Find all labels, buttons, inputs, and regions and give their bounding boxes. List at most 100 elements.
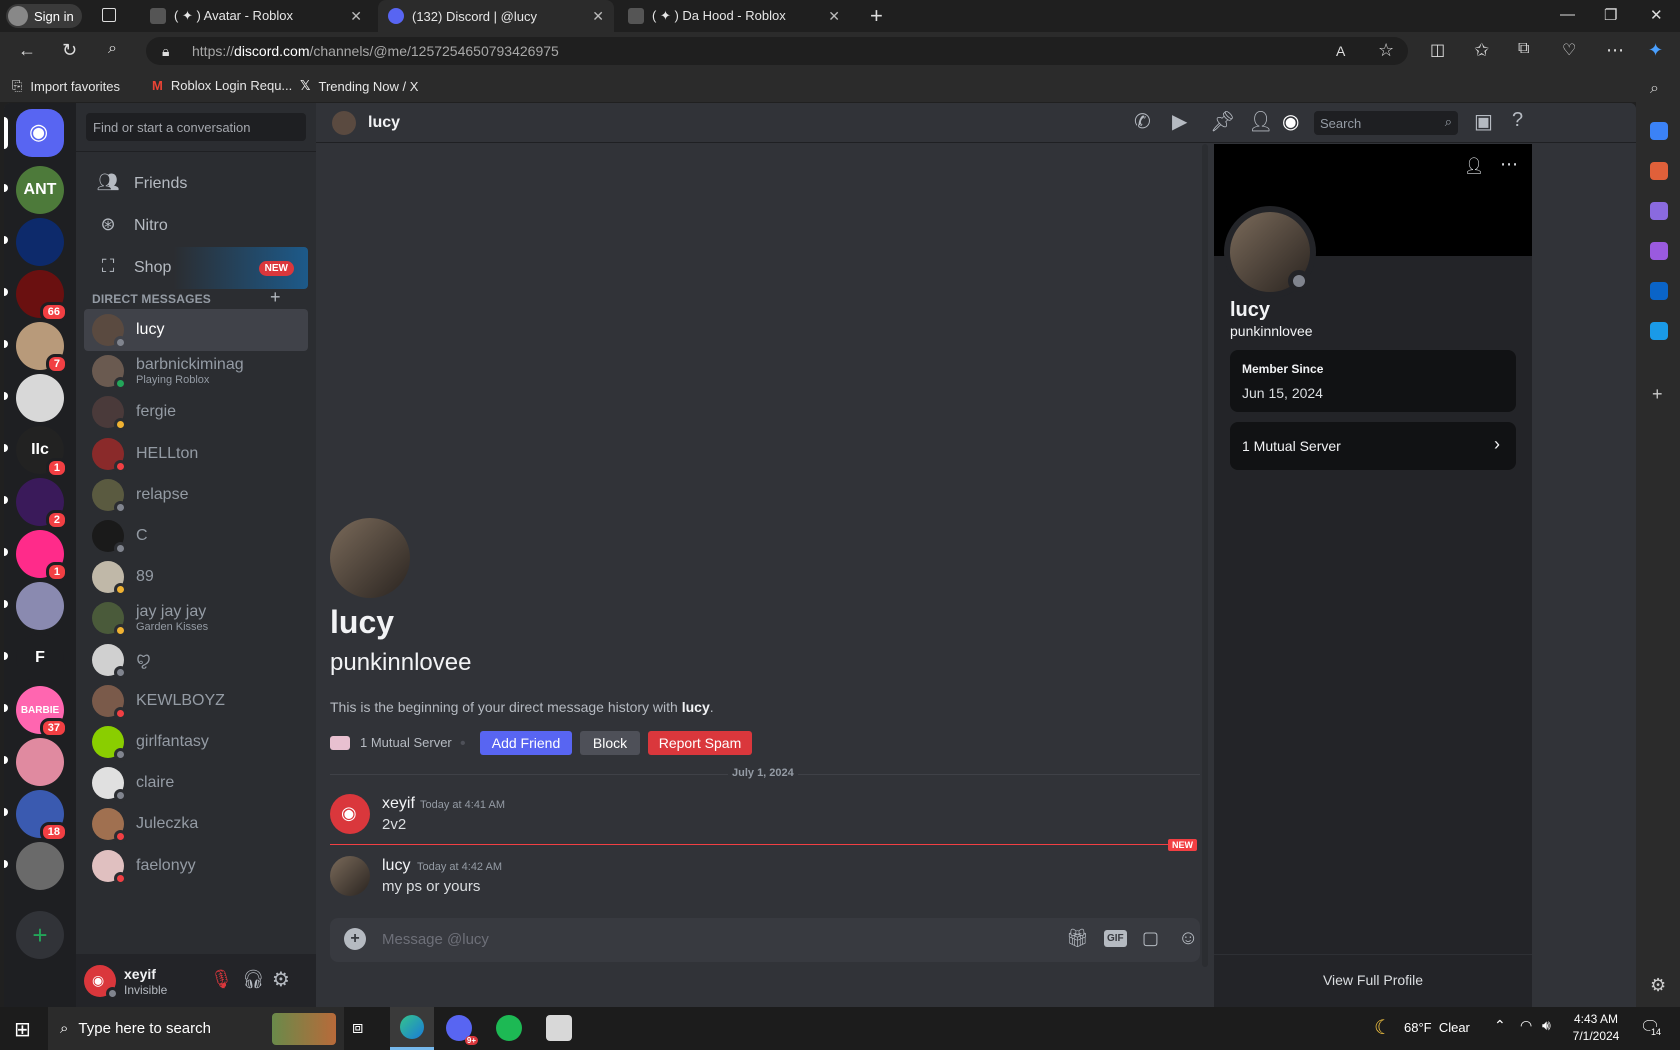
emoji-icon[interactable]: ☺	[1178, 927, 1198, 950]
add-friend-button[interactable]: Add Friend	[480, 731, 572, 755]
edge-taskbar-icon[interactable]	[390, 1007, 434, 1050]
server-icon[interactable]	[4, 582, 64, 630]
restore-icon[interactable]: ❐	[1604, 6, 1617, 24]
app-taskbar-icon[interactable]	[546, 1015, 572, 1041]
add-friend-icon[interactable]: 👤︎	[1464, 156, 1484, 176]
server-icon[interactable]: IIc 1	[4, 426, 68, 478]
settings-icon[interactable]: ⚙	[272, 967, 290, 992]
server-icon[interactable]: BARBIE 37	[4, 686, 68, 738]
dm-item[interactable]: KEWLBOYZ	[84, 680, 308, 722]
read-aloud-icon[interactable]: A	[1336, 43, 1345, 59]
server-icon[interactable]: 66	[4, 270, 68, 322]
dm-item[interactable]: faelonyy	[84, 845, 308, 887]
server-icon[interactable]	[4, 738, 64, 786]
gift-icon[interactable]: 🎁︎	[1066, 928, 1089, 949]
notification-center[interactable]: 🗨︎ 14	[1640, 1017, 1664, 1039]
search-input[interactable]: Search ⌕	[1314, 111, 1458, 135]
tab-actions-icon[interactable]	[102, 8, 116, 22]
search-icon[interactable]: ⌕	[108, 40, 117, 58]
close-window-icon[interactable]: ✕	[1650, 6, 1663, 24]
task-view-icon[interactable]: ⧈	[352, 1017, 363, 1038]
dm-item[interactable]: barbnickiminag Playing Roblox	[84, 350, 308, 392]
weather-text[interactable]: 68°F Clear	[1404, 1020, 1470, 1035]
send-icon[interactable]	[1650, 322, 1668, 340]
shopping-icon[interactable]	[1650, 122, 1668, 140]
dm-item[interactable]: C	[84, 515, 308, 557]
close-tab-icon[interactable]: ✕	[592, 8, 604, 25]
message-avatar[interactable]: ◉	[330, 794, 370, 834]
dm-item[interactable]: 89	[84, 556, 308, 598]
clock[interactable]: 4:43 AM 7/1/2024	[1568, 1011, 1624, 1045]
favorites-icon[interactable]: ✩	[1474, 40, 1489, 61]
copilot-icon[interactable]: ✦	[1648, 40, 1663, 61]
add-icon[interactable]: +	[1652, 384, 1663, 405]
sign-in-button[interactable]: Sign in	[6, 4, 82, 28]
server-icon[interactable]	[4, 374, 64, 422]
sticker-icon[interactable]: ▢	[1142, 928, 1159, 949]
create-dm-icon[interactable]: +	[270, 287, 281, 308]
message-author[interactable]: xeyif	[382, 795, 415, 813]
pinned-icon[interactable]: 📌︎	[1210, 109, 1235, 134]
copilot-app-icon[interactable]	[1650, 242, 1668, 260]
favorite-star-icon[interactable]: ☆	[1378, 40, 1394, 61]
server-icon[interactable]	[4, 842, 64, 890]
close-tab-icon[interactable]: ✕	[350, 8, 362, 25]
mutual-servers-link[interactable]: 1 Mutual Server	[330, 735, 452, 750]
tools-icon[interactable]	[1650, 162, 1668, 180]
url-field[interactable]: https://discord.com/channels/@me/1257254…	[146, 37, 1408, 65]
dm-item[interactable]: jay jay jay Garden Kisses	[84, 597, 308, 639]
dm-item[interactable]: HELLton	[84, 433, 308, 475]
server-icon[interactable]: 18	[4, 790, 68, 842]
tab-discord[interactable]: (132) Discord | @lucy ✕	[378, 0, 614, 32]
add-friends-dm-icon[interactable]: 👤︎	[1248, 109, 1273, 134]
settings-icon[interactable]: ⚙	[1650, 975, 1666, 996]
gif-icon[interactable]: GIF	[1104, 930, 1127, 947]
muted-mic-icon[interactable]: 🎙︎	[210, 969, 233, 990]
volume-icon[interactable]: 🔊︎	[1542, 1017, 1551, 1034]
dm-item[interactable]: claire	[84, 762, 308, 804]
message-author[interactable]: lucy	[382, 857, 410, 875]
dm-item[interactable]: ꨄ	[84, 639, 308, 681]
tab-avatar-roblox[interactable]: ( ✦ ) Avatar - Roblox ✕	[140, 0, 372, 32]
server-icon[interactable]: F	[4, 634, 64, 682]
message-input[interactable]: + Message @lucy 🎁︎ GIF ▢ ☺	[330, 918, 1200, 962]
network-icon[interactable]: ◠	[1520, 1017, 1532, 1034]
dm-item[interactable]: Juleczka	[84, 803, 308, 845]
import-favorites[interactable]: ⎘ Import favorites	[12, 78, 120, 94]
user-profile-icon[interactable]: ◉	[1282, 109, 1299, 134]
outlook-icon[interactable]	[1650, 282, 1668, 300]
nav-nitro[interactable]: ⊛ Nitro	[84, 205, 308, 247]
nav-friends[interactable]: 👥︎ Friends	[84, 163, 308, 205]
user-avatar[interactable]: ◉	[84, 965, 119, 1000]
discord-taskbar-icon[interactable]: 9+	[446, 1015, 478, 1045]
collections-icon[interactable]: ⧉	[1518, 40, 1529, 58]
server-icon[interactable]	[4, 218, 64, 266]
close-tab-icon[interactable]: ✕	[828, 8, 840, 25]
add-server-button[interactable]: +	[16, 911, 64, 959]
split-screen-icon[interactable]: ◫	[1430, 40, 1445, 60]
nav-shop[interactable]: ⛶ Shop NEW	[84, 247, 308, 289]
voice-call-icon[interactable]: ✆	[1134, 109, 1151, 134]
server-icon[interactable]: 2	[4, 478, 68, 530]
back-icon[interactable]: ←	[18, 40, 36, 61]
help-icon[interactable]: ?	[1512, 109, 1523, 132]
view-full-profile-link[interactable]: View Full Profile	[1214, 972, 1532, 988]
more-options-icon[interactable]: ⋯	[1500, 154, 1518, 175]
mutual-servers-card[interactable]: 1 Mutual Server ›	[1230, 422, 1516, 470]
server-icon[interactable]: 1	[4, 530, 68, 582]
tab-da-hood-roblox[interactable]: ( ✦ ) Da Hood - Roblox ✕	[618, 0, 850, 32]
dm-item[interactable]: lucy	[84, 309, 308, 351]
dm-item[interactable]: relapse	[84, 474, 308, 516]
games-icon[interactable]	[1650, 202, 1668, 220]
dm-item[interactable]: girlfantasy	[84, 721, 308, 763]
chat-scrollbar[interactable]	[1202, 144, 1208, 967]
favorite-trending-x[interactable]: 𝕏 Trending Now / X	[300, 78, 418, 94]
show-hidden-icons[interactable]: ⌃	[1494, 1017, 1506, 1034]
block-button[interactable]: Block	[580, 731, 640, 755]
windows-start-icon[interactable]: ⊞	[14, 1017, 31, 1042]
favorite-roblox-login[interactable]: M Roblox Login Requ...	[152, 78, 292, 93]
refresh-icon[interactable]: ↻	[62, 40, 77, 61]
attach-icon[interactable]: +	[344, 928, 366, 950]
spotify-taskbar-icon[interactable]	[496, 1015, 522, 1041]
server-icon[interactable]: ANT	[4, 166, 64, 214]
